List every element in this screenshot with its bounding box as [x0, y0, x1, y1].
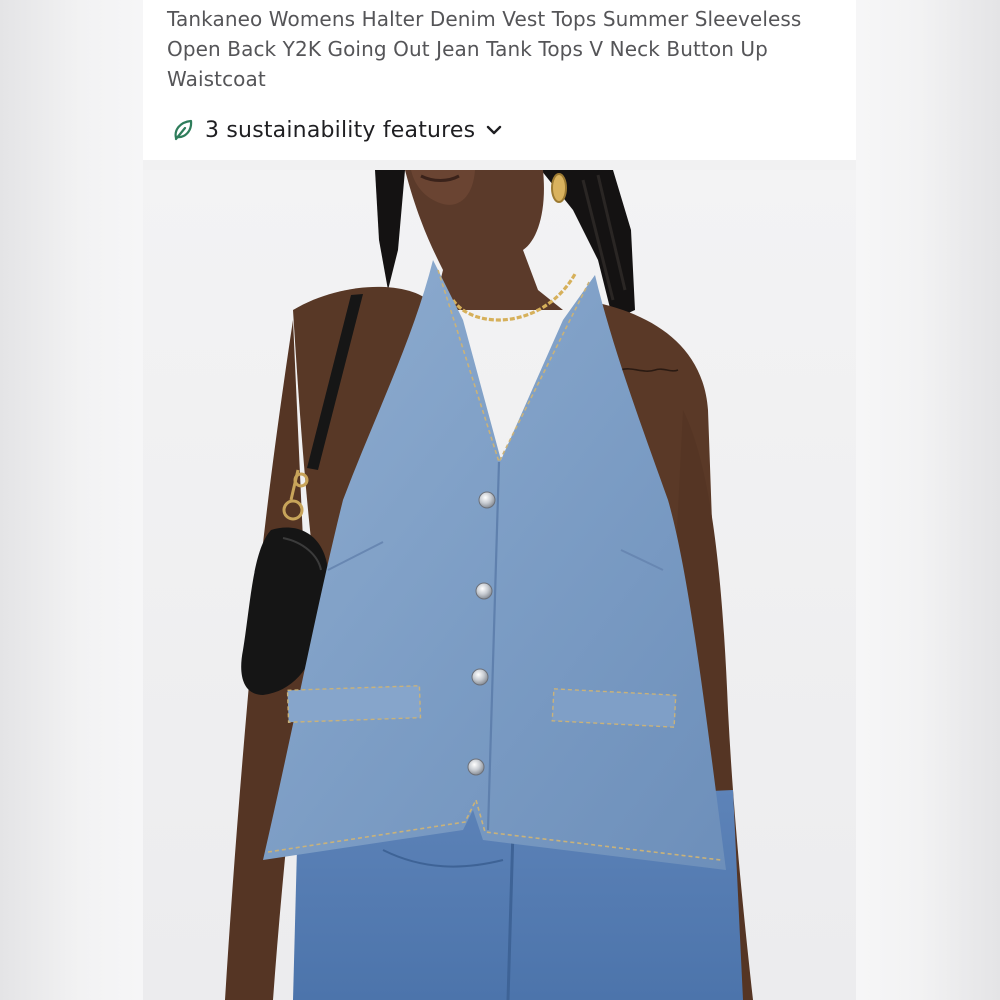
leaf-icon: [171, 118, 195, 142]
product-header: Tankaneo Womens Halter Denim Vest Tops S…: [143, 0, 856, 160]
chevron-down-icon[interactable]: [483, 119, 505, 141]
sustainability-features-toggle[interactable]: 3 sustainability features: [171, 112, 505, 148]
product-title: Tankaneo Womens Halter Denim Vest Tops S…: [167, 7, 802, 91]
screenshot-frame: Tankaneo Womens Halter Denim Vest Tops S…: [0, 0, 1000, 1000]
product-photo[interactable]: [143, 170, 856, 1000]
sustainability-features-label: 3 sustainability features: [205, 117, 476, 143]
earring: [551, 173, 567, 203]
product-listing-screen: Tankaneo Womens Halter Denim Vest Tops S…: [143, 0, 856, 1000]
